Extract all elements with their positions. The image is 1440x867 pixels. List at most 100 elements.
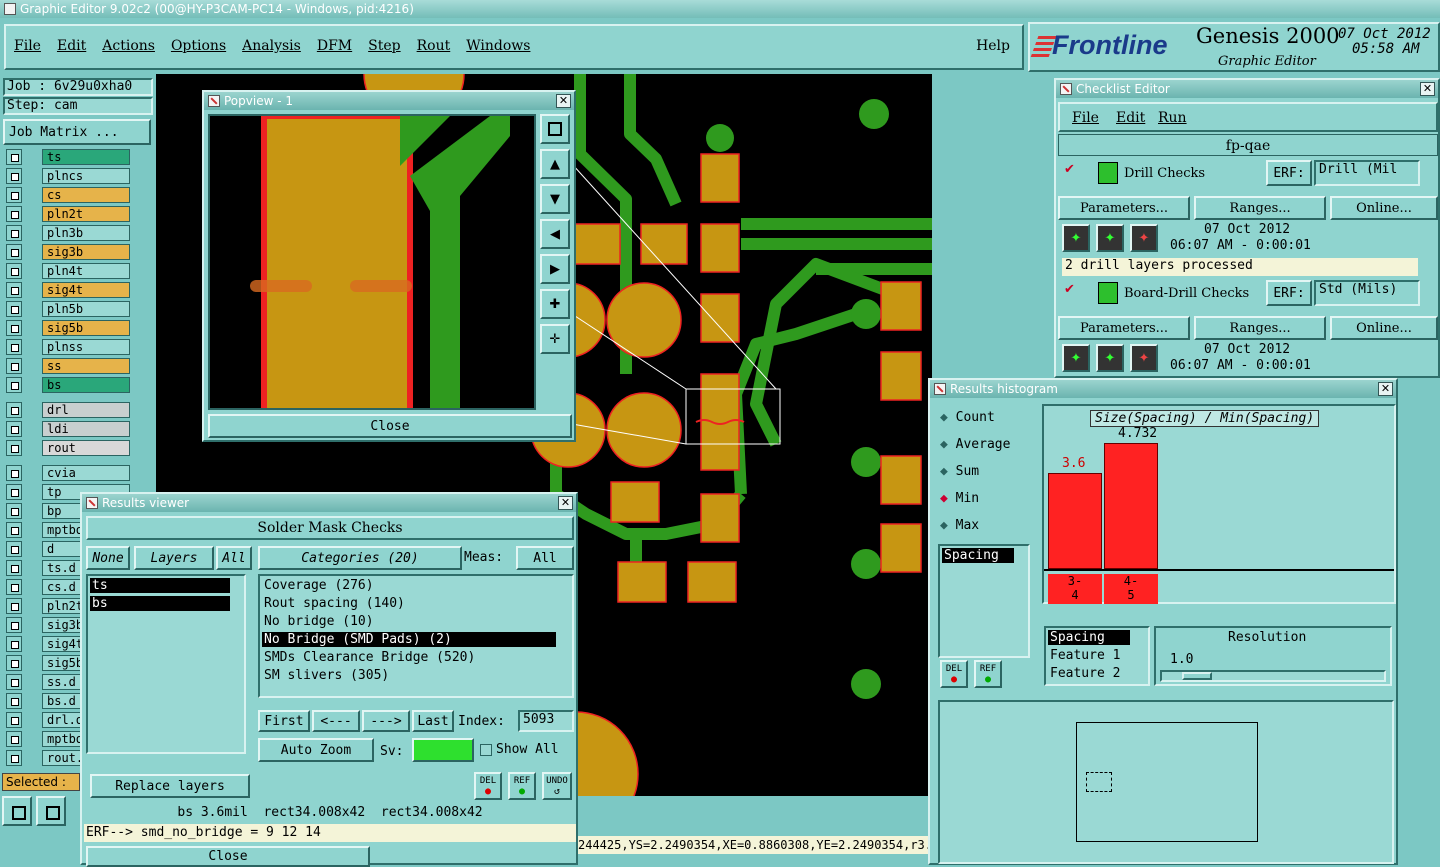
layer-row[interactable]: sig3b xyxy=(6,244,130,260)
menu-analysis[interactable]: Analysis xyxy=(242,38,301,54)
close-icon[interactable]: ✕ xyxy=(1420,82,1435,96)
zoom-out-icon[interactable]: ✛ xyxy=(540,324,570,354)
pan-left-icon[interactable]: ◀ xyxy=(540,219,570,249)
layer-toggle-icon[interactable] xyxy=(6,750,22,766)
layer-swatch[interactable] xyxy=(24,465,40,481)
run-step-icon[interactable]: ✦ xyxy=(1096,224,1124,252)
layer-toggle-icon[interactable] xyxy=(6,421,22,437)
results-layer-ts[interactable]: ts xyxy=(90,578,230,593)
bar-range-label[interactable]: 3- 4 xyxy=(1048,574,1102,604)
help-menu[interactable]: Help xyxy=(976,38,1010,54)
layer-swatch[interactable] xyxy=(24,339,40,355)
layer-toggle-icon[interactable] xyxy=(6,206,22,222)
layer-swatch[interactable] xyxy=(24,168,40,184)
checklist-menu-file[interactable]: File xyxy=(1072,110,1099,126)
layer-toggle-icon[interactable] xyxy=(6,263,22,279)
layer-name[interactable]: cvia xyxy=(42,465,130,481)
ranges-button[interactable]: Ranges... xyxy=(1194,316,1326,340)
layer-name[interactable]: pln5b xyxy=(42,301,130,317)
menu-actions[interactable]: Actions xyxy=(102,38,155,54)
slider-thumb[interactable] xyxy=(1182,672,1212,680)
layer-row[interactable]: sig4t xyxy=(6,282,130,298)
checklist-menu-edit[interactable]: Edit xyxy=(1116,110,1145,126)
category-item[interactable]: SMDs Clearance Bridge (520) xyxy=(262,650,556,665)
layer-swatch[interactable] xyxy=(24,377,40,393)
measure-tool-icon[interactable] xyxy=(36,796,66,826)
layer-toggle-icon[interactable] xyxy=(6,712,22,728)
results-del-button[interactable]: DEL ● xyxy=(474,772,502,800)
layer-swatch[interactable] xyxy=(24,712,40,728)
online-button[interactable]: Online... xyxy=(1330,196,1438,220)
layer-name[interactable]: sig4t xyxy=(42,282,130,298)
resolution-slider[interactable] xyxy=(1160,670,1386,682)
categories-button[interactable]: Categories (20) xyxy=(258,546,462,570)
mode-average[interactable]: ◆ Average xyxy=(940,437,1010,452)
radio-icon[interactable]: ◆ xyxy=(940,491,948,506)
online-button[interactable]: Online... xyxy=(1330,316,1438,340)
show-all-checkbox[interactable] xyxy=(480,744,492,756)
zoom-in-icon[interactable]: ✚ xyxy=(540,289,570,319)
last-button[interactable]: Last xyxy=(412,710,454,732)
ranges-button[interactable]: Ranges... xyxy=(1194,196,1326,220)
radio-icon[interactable]: ◆ xyxy=(940,464,948,479)
layer-swatch[interactable] xyxy=(24,579,40,595)
layer-toggle-icon[interactable] xyxy=(6,187,22,203)
histogram-list-item[interactable]: Spacing xyxy=(942,548,1014,563)
category-item[interactable]: No bridge (10) xyxy=(262,614,556,629)
none-button[interactable]: None xyxy=(86,546,130,570)
layer-swatch[interactable] xyxy=(24,440,40,456)
pan-up-icon[interactable]: ▲ xyxy=(540,149,570,179)
layer-swatch[interactable] xyxy=(24,617,40,633)
layer-toggle-icon[interactable] xyxy=(6,402,22,418)
category-item[interactable]: No Bridge (SMD Pads) (2) xyxy=(262,632,556,647)
layer-swatch[interactable] xyxy=(24,402,40,418)
layer-name[interactable]: drl xyxy=(42,402,130,418)
layer-swatch[interactable] xyxy=(24,320,40,336)
layer-toggle-icon[interactable] xyxy=(6,339,22,355)
layer-name[interactable]: bs xyxy=(42,377,130,393)
layer-row[interactable]: bs xyxy=(6,377,130,393)
parameters-button[interactable]: Parameters... xyxy=(1058,316,1190,340)
layer-swatch[interactable] xyxy=(24,674,40,690)
layer-swatch[interactable] xyxy=(24,358,40,374)
parameters-button[interactable]: Parameters... xyxy=(1058,196,1190,220)
histogram-bar[interactable] xyxy=(1048,472,1102,569)
layer-row[interactable]: plnss xyxy=(6,339,130,355)
feature-1[interactable]: Feature 1 xyxy=(1050,648,1120,663)
histogram-bar[interactable] xyxy=(1104,442,1158,569)
first-button[interactable]: First xyxy=(258,710,310,732)
check-enabled-icon[interactable]: ✔ xyxy=(1064,162,1075,177)
layer-toggle-icon[interactable] xyxy=(6,244,22,260)
category-item[interactable]: Coverage (276) xyxy=(262,578,556,593)
layer-swatch[interactable] xyxy=(24,693,40,709)
prev-button[interactable]: <--- xyxy=(312,710,360,732)
layer-name[interactable]: pln2t xyxy=(42,206,130,222)
all-layers-button[interactable]: All xyxy=(216,546,252,570)
layer-name[interactable]: ldi xyxy=(42,421,130,437)
run-icon[interactable]: ✦ xyxy=(1062,344,1090,372)
mode-min[interactable]: ◆ Min xyxy=(940,491,979,506)
layer-row[interactable]: ss xyxy=(6,358,130,374)
next-button[interactable]: ---> xyxy=(362,710,410,732)
layer-toggle-icon[interactable] xyxy=(6,636,22,652)
mode-count[interactable]: ◆ Count xyxy=(940,410,995,425)
close-icon[interactable]: ✕ xyxy=(558,496,573,510)
layer-swatch[interactable] xyxy=(24,560,40,576)
layer-swatch[interactable] xyxy=(24,282,40,298)
select-tool-icon[interactable] xyxy=(2,796,32,826)
index-field[interactable]: 5093 xyxy=(518,710,574,732)
layer-toggle-icon[interactable] xyxy=(6,377,22,393)
category-item[interactable]: Rout spacing (140) xyxy=(262,596,556,611)
popview-close-button[interactable]: Close xyxy=(208,414,572,438)
layer-row[interactable]: cs xyxy=(6,187,130,203)
job-matrix-button[interactable]: Job Matrix ... xyxy=(3,119,151,145)
layer-name[interactable]: cs xyxy=(42,187,130,203)
layer-swatch[interactable] xyxy=(24,484,40,500)
layer-swatch[interactable] xyxy=(24,503,40,519)
run-icon[interactable]: ✦ xyxy=(1062,224,1090,252)
category-item[interactable]: SM slivers (305) xyxy=(262,668,556,683)
layer-name[interactable]: sig5b xyxy=(42,320,130,336)
layer-swatch[interactable] xyxy=(24,655,40,671)
layer-swatch[interactable] xyxy=(24,750,40,766)
layer-swatch[interactable] xyxy=(24,244,40,260)
